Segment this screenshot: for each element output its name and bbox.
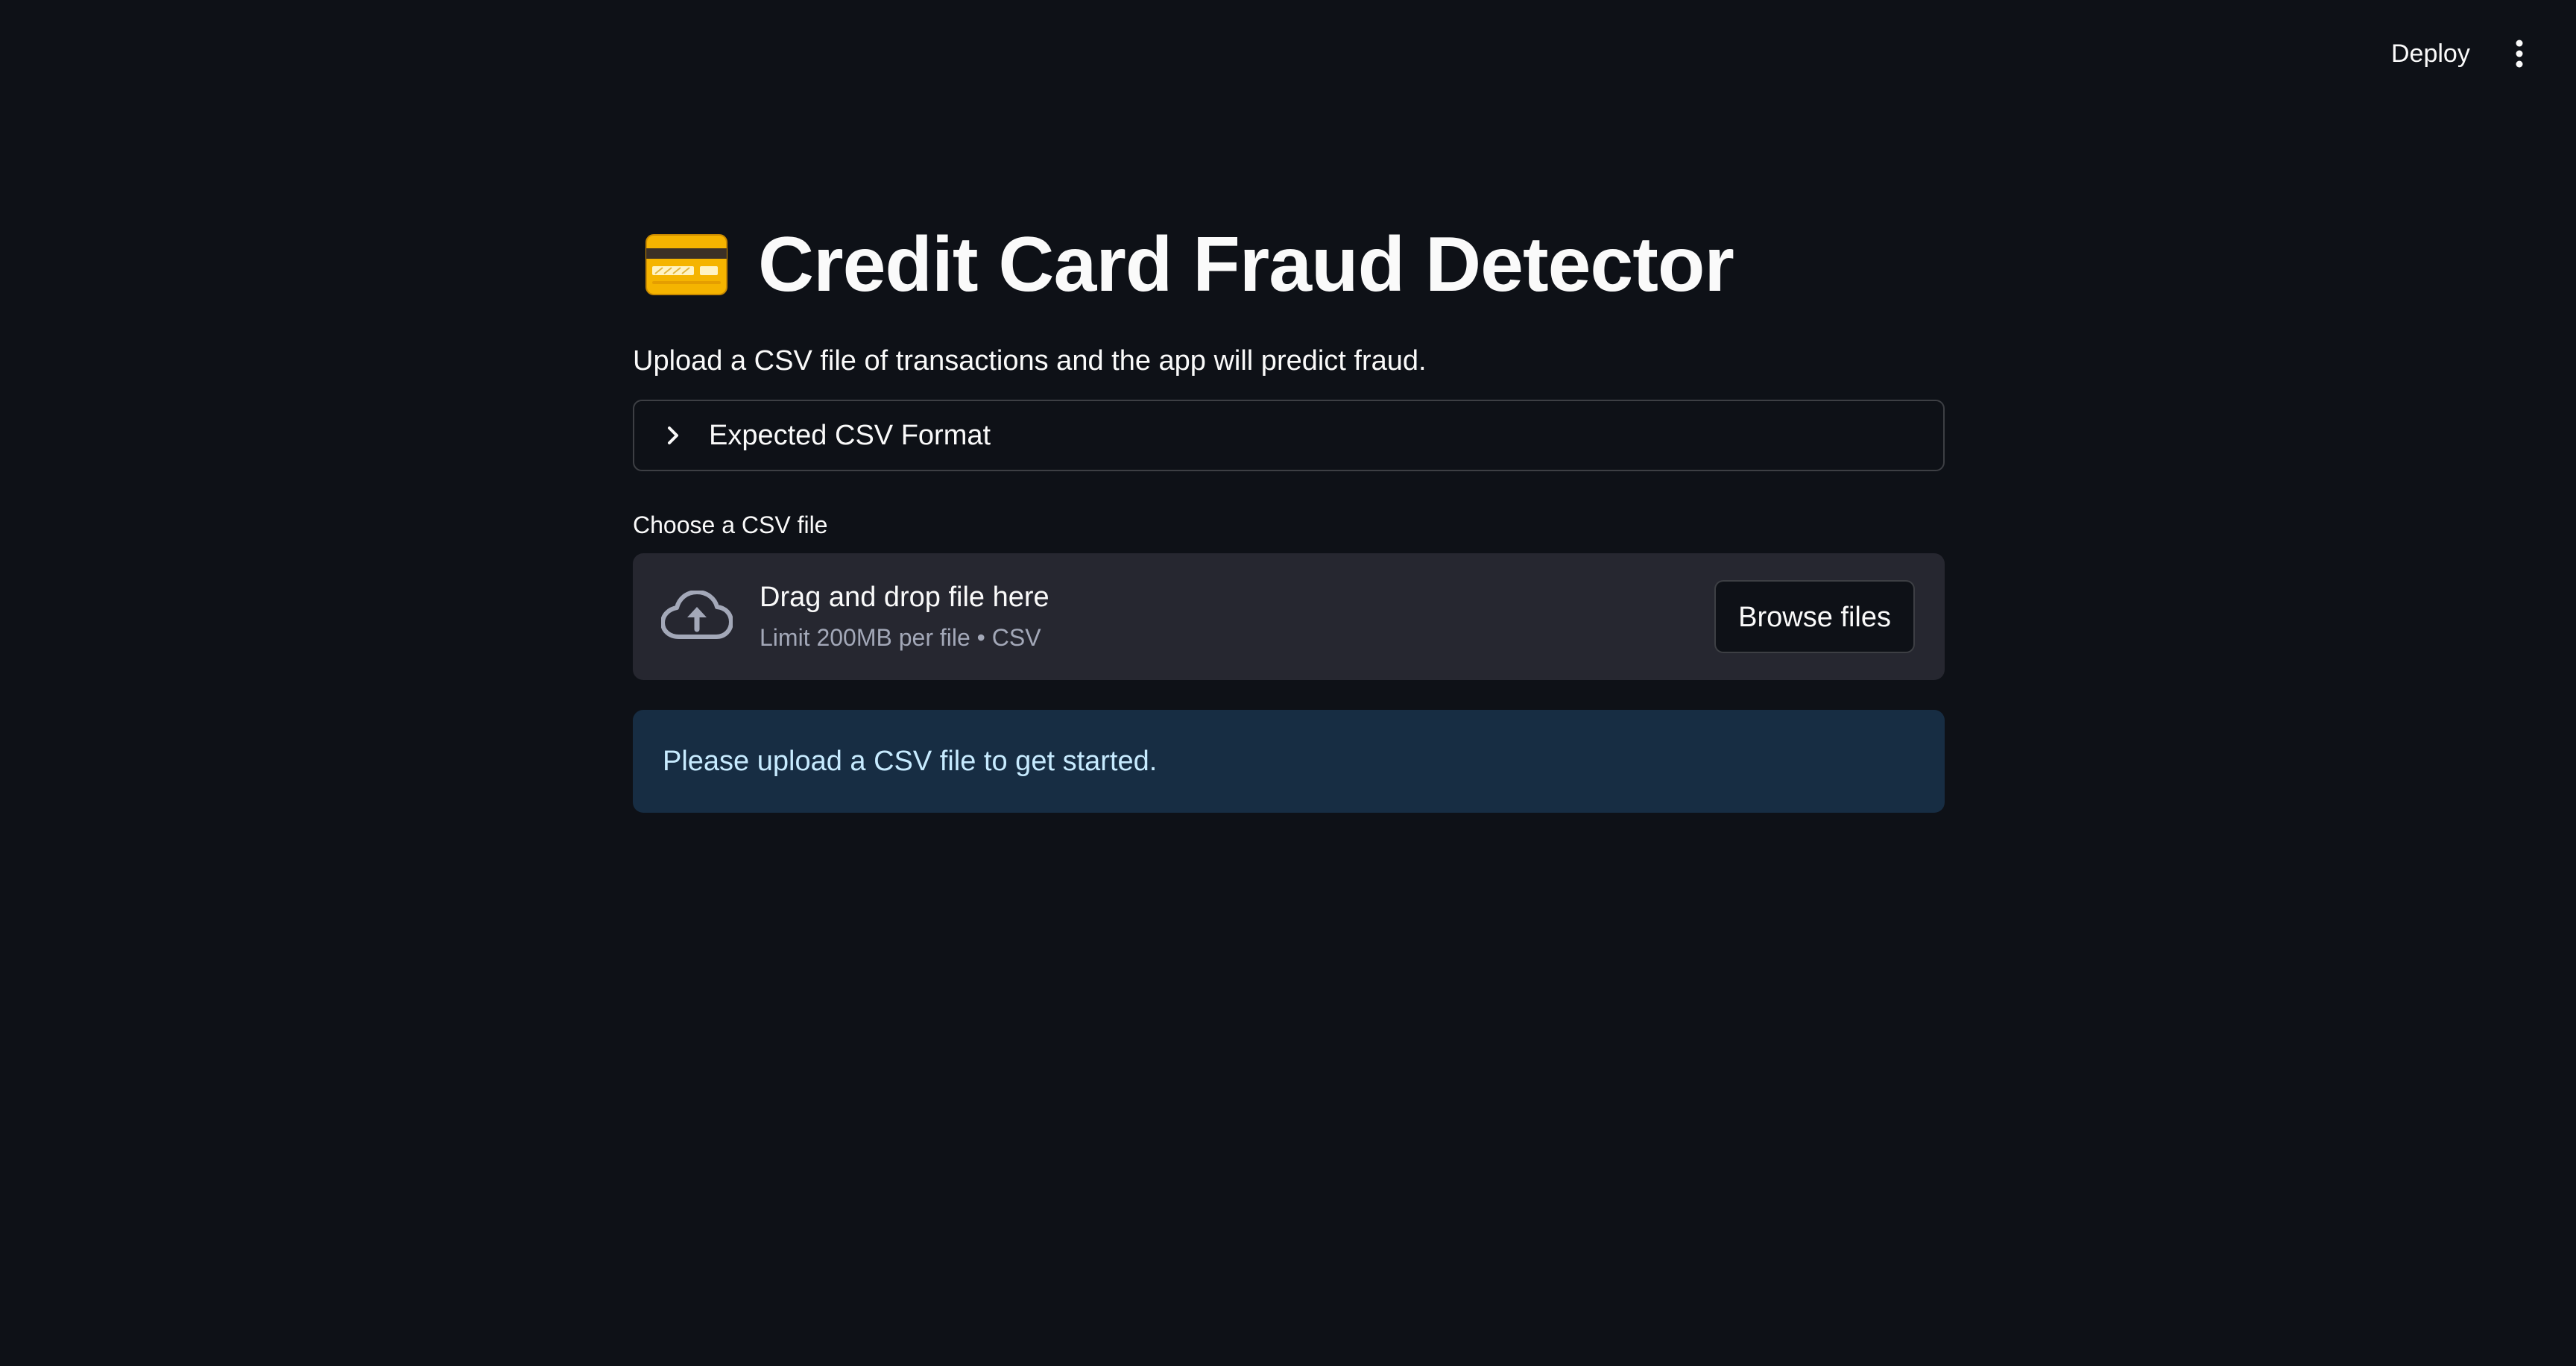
expected-csv-format-expander[interactable]: Expected CSV Format [633,400,1945,471]
main-content: Credit Card Fraud Detector Upload a CSV … [633,201,1945,813]
credit-card-icon [645,234,727,295]
chevron-right-icon [658,421,688,450]
page-description: Upload a CSV file of transactions and th… [633,345,1427,377]
cloud-upload-icon [661,581,733,652]
dropzone-instructions: Drag and drop file here Limit 200MB per … [760,578,1049,655]
file-dropzone[interactable]: Drag and drop file here Limit 200MB per … [633,553,1945,680]
app-header: Deploy [0,0,2576,104]
info-message: Please upload a CSV file to get started. [663,745,1158,777]
browse-files-button[interactable]: Browse files [1714,580,1915,653]
info-alert: Please upload a CSV file to get started. [633,710,1945,813]
file-limit-text: Limit 200MB per file • CSV [760,624,1041,651]
title-row: Credit Card Fraud Detector [633,201,1945,328]
main-menu-button[interactable] [2498,33,2540,75]
expander-label: Expected CSV Format [709,419,991,451]
vertical-ellipsis-icon [2516,40,2523,68]
deploy-button[interactable]: Deploy [2378,33,2484,75]
drag-drop-text: Drag and drop file here [760,582,1049,613]
page-title: Credit Card Fraud Detector [758,221,1734,308]
file-uploader-label: Choose a CSV file [633,512,828,538]
